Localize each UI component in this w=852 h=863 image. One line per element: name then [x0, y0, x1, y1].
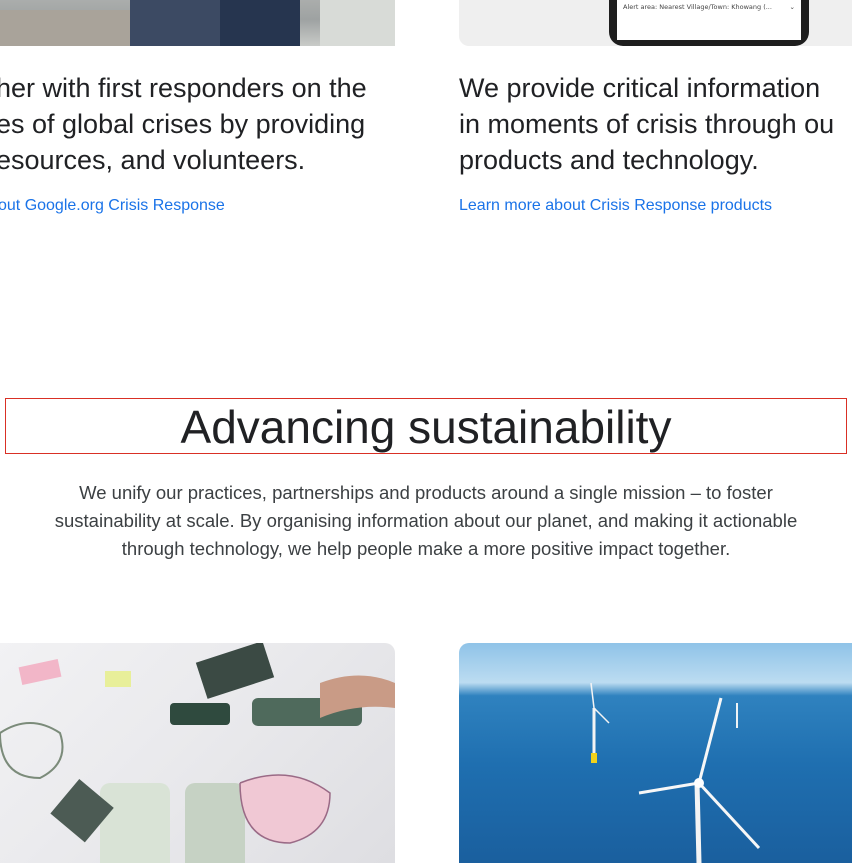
responders-photo-shapes	[0, 0, 395, 46]
wind-turbine-shapes	[590, 682, 761, 863]
crisis-response-photo	[0, 0, 395, 46]
crisis-alert-phone-image: Alert area: Nearest Village/Town: Khowan…	[459, 0, 852, 46]
description-line: through technology, we help people make …	[121, 538, 731, 559]
text-line: her with first responders on the	[0, 73, 367, 103]
crisis-products-text: We provide critical information in momen…	[459, 70, 834, 178]
sustainable-design-photo	[0, 643, 395, 863]
section-description: We unify our practices, partnerships and…	[10, 479, 842, 563]
wind-turbines-photo	[459, 643, 852, 863]
crisis-response-text: her with first responders on the es of g…	[0, 70, 367, 178]
section-title: Advancing sustainability	[180, 401, 672, 453]
text-line: esources, and volunteers.	[0, 145, 306, 175]
description-line: sustainability at scale. By organising i…	[54, 510, 798, 531]
text-line: in moments of crisis through ou	[459, 109, 835, 139]
text-line: es of global crises by providing	[0, 109, 366, 139]
chevron-down-icon: ⌄	[789, 3, 795, 11]
text-line: products and technology.	[459, 145, 759, 175]
text-line: We provide critical information	[459, 73, 821, 103]
crisis-response-link[interactable]: out Google.org Crisis Response	[0, 197, 225, 215]
description-line: We unify our practices, partnerships and…	[79, 482, 773, 503]
phone-screen: Alert area: Nearest Village/Town: Khowan…	[617, 0, 801, 40]
phone-mockup: Alert area: Nearest Village/Town: Khowan…	[609, 0, 809, 46]
crisis-products-link[interactable]: Learn more about Crisis Response product…	[459, 197, 772, 215]
alert-area-text: Alert area: Nearest Village/Town: Khowan…	[623, 3, 772, 11]
alert-area-row: Alert area: Nearest Village/Town: Khowan…	[623, 0, 795, 14]
design-sketch-shapes	[0, 643, 395, 863]
